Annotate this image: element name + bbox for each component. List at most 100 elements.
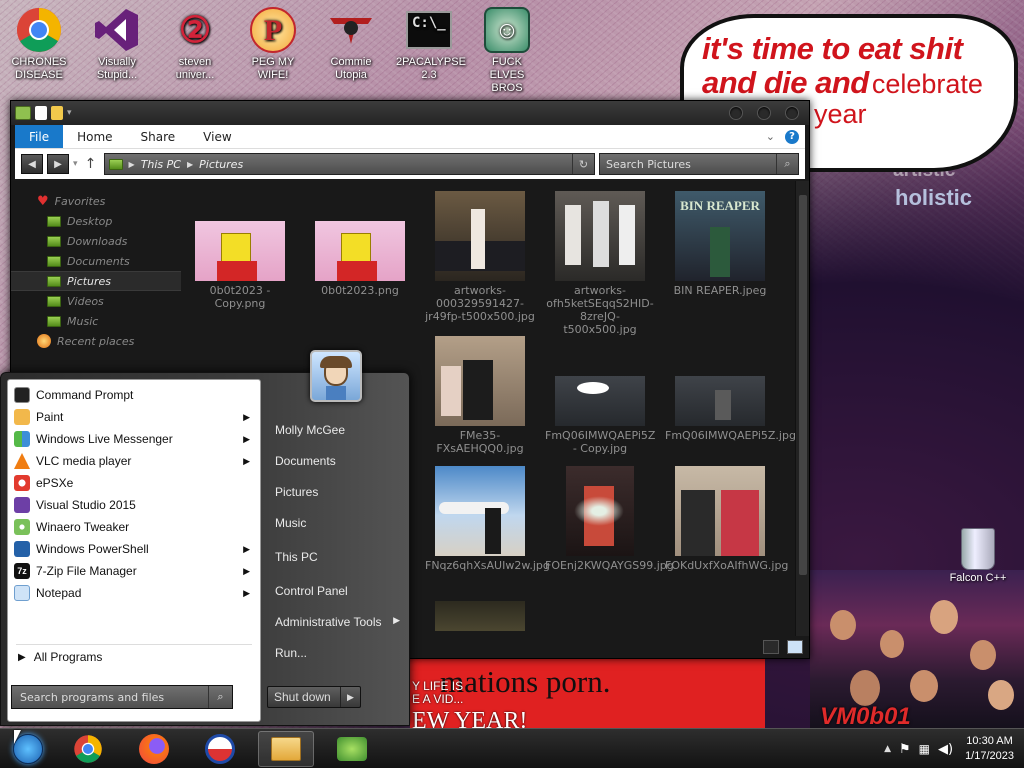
start-link-music[interactable]: Music [275, 516, 306, 530]
tab-file[interactable]: File [15, 125, 64, 148]
folder-icon [47, 255, 61, 267]
program-winaero-tweaker[interactable]: Winaero Tweaker [8, 516, 260, 538]
shutdown-button[interactable]: Shut down ▶ [267, 686, 361, 708]
submenu-arrow-icon: ▶ [243, 587, 250, 598]
up-button[interactable]: ↑ [82, 154, 100, 174]
help-icon[interactable]: ? [785, 129, 799, 144]
start-link-documents[interactable]: Documents [275, 454, 336, 468]
nav-downloads[interactable]: Downloads [11, 231, 181, 251]
vertical-scrollbar[interactable] [795, 181, 809, 636]
file-item[interactable]: BIN REAPER BIN REAPER.jpeg [665, 191, 775, 297]
file-item[interactable]: FmQ06IMWQAEPi5Z.jpg [665, 376, 796, 442]
start-link-control-panel[interactable]: Control Panel [275, 584, 348, 598]
file-item[interactable]: 0b0t2023 - Copy.png [185, 221, 295, 310]
desktop-icon-elves[interactable]: ☺ FUCK ELVES BROS [474, 6, 540, 95]
taskbar-file-explorer[interactable] [258, 731, 314, 767]
details-view-icon[interactable] [763, 640, 779, 654]
nav-label: Pictures [67, 274, 112, 288]
breadcrumb-this-pc[interactable]: This PC [141, 158, 181, 171]
desktop-icon-recycle-bin[interactable]: Falcon C++ [946, 528, 1010, 584]
search-icon[interactable]: ⌕ [208, 686, 232, 708]
start-link-pictures[interactable]: Pictures [275, 485, 318, 499]
folder-icon [47, 275, 61, 287]
desktop-icon-commie-utopia[interactable]: Commie Utopia [318, 6, 384, 82]
tab-view[interactable]: View [189, 125, 245, 148]
breadcrumb-pictures[interactable]: Pictures [199, 158, 243, 171]
desktop-icon-visual-studio[interactable]: Visually Stupid... [84, 6, 150, 82]
tab-home[interactable]: Home [63, 125, 126, 148]
back-button[interactable]: ◀ [21, 154, 43, 174]
start-search-placeholder: Search programs and files [20, 690, 165, 704]
taskbar-obama-app[interactable] [192, 731, 248, 767]
close-button[interactable] [785, 106, 799, 120]
clock-date: 1/17/2023 [965, 750, 1014, 762]
program-command-prompt[interactable]: Command Prompt [8, 384, 260, 406]
file-item[interactable]: FNqz6qhXsAUIw2w.jpg [425, 466, 550, 572]
start-search-input[interactable]: Search programs and files ⌕ [11, 685, 233, 709]
forward-button[interactable]: ▶ [47, 154, 69, 174]
nav-pictures[interactable]: Pictures [11, 271, 181, 291]
commie-icon [327, 6, 375, 54]
flag-icon[interactable]: ⚑ [899, 742, 911, 757]
new-folder-icon[interactable] [51, 106, 63, 120]
program-powershell[interactable]: Windows PowerShell ▶ [8, 538, 260, 560]
banner-big-text: mations porn. [440, 664, 611, 699]
taskbar-network-app[interactable] [324, 731, 380, 767]
minimize-button[interactable] [729, 106, 743, 120]
nav-music[interactable]: Music [11, 311, 181, 331]
search-icon[interactable]: ⌕ [776, 154, 798, 174]
taskbar-chrome[interactable] [60, 731, 116, 767]
address-bar[interactable]: ▶ This PC ▶ Pictures ↻ [103, 153, 595, 175]
start-link-user[interactable]: Molly McGee [275, 423, 345, 437]
firefox-icon [139, 734, 169, 764]
properties-icon[interactable] [35, 106, 47, 120]
nav-documents[interactable]: Documents [11, 251, 181, 271]
desktop-icon-chrome[interactable]: CHRONES DISEASE [6, 6, 72, 82]
file-item[interactable] [425, 601, 535, 634]
chevron-up-icon[interactable]: ▲ [884, 744, 891, 754]
program-epsxe[interactable]: ePSXe [8, 472, 260, 494]
taskbar-firefox[interactable] [126, 731, 182, 767]
file-item[interactable]: FmQ06IMWQAEPi5Z - Copy.jpg [545, 376, 655, 455]
program-visual-studio[interactable]: Visual Studio 2015 [8, 494, 260, 516]
desktop-icon-peg[interactable]: P PEG MY WIFE! [240, 6, 306, 82]
volume-icon[interactable]: ◀) [938, 742, 953, 757]
large-icons-view-icon[interactable] [787, 640, 803, 654]
start-link-this-pc[interactable]: This PC [275, 550, 318, 564]
nav-videos[interactable]: Videos [11, 291, 181, 311]
nav-favorites[interactable]: ♥ Favorites [11, 191, 181, 211]
scrollbar-thumb[interactable] [799, 195, 807, 575]
nav-desktop[interactable]: Desktop [11, 211, 181, 231]
tab-share[interactable]: Share [127, 125, 190, 148]
quick-access-dropdown-icon[interactable]: ▾ [67, 108, 72, 118]
program-vlc[interactable]: VLC media player ▶ [8, 450, 260, 472]
desktop-icon-2pacalypse[interactable]: C:\_ 2PACALYPSE 2.3 [396, 6, 466, 82]
desktop-icon-label: Falcon C++ [949, 572, 1007, 584]
program-paint[interactable]: Paint ▶ [8, 406, 260, 428]
all-programs-button[interactable]: ▶ All Programs [18, 650, 102, 664]
file-item[interactable]: FOKdUxfXoAIfhWG.jpg [665, 466, 788, 572]
clock[interactable]: 10:30 AM 1/17/2023 [965, 734, 1014, 764]
maximize-button[interactable] [757, 106, 771, 120]
refresh-icon[interactable]: ↻ [572, 154, 594, 174]
recent-locations-icon[interactable]: ▾ [73, 159, 78, 169]
shutdown-options-button[interactable]: ▶ [340, 687, 360, 707]
file-item[interactable]: artworks-ofh5ketSEqqS2HID-8zreJQ-t500x50… [545, 191, 655, 336]
file-item[interactable]: artworks-000329591427-jr49fp-t500x500.jp… [425, 191, 535, 323]
program-windows-live-messenger[interactable]: Windows Live Messenger ▶ [8, 428, 260, 450]
search-input[interactable]: Search Pictures ⌕ [599, 153, 799, 175]
program-notepad[interactable]: Notepad ▶ [8, 582, 260, 604]
chevron-down-icon[interactable]: ⌄ [766, 130, 775, 143]
explorer-titlebar[interactable]: ▾ [11, 101, 809, 125]
avatar[interactable] [310, 350, 362, 402]
network-icon[interactable]: ▦ [919, 742, 930, 756]
nav-recent-places[interactable]: Recent places [11, 331, 181, 351]
start-button[interactable] [0, 731, 56, 767]
start-link-run[interactable]: Run... [275, 646, 307, 660]
file-item[interactable]: 0b0t2023.png [305, 221, 415, 297]
program-7zip[interactable]: 7z 7-Zip File Manager ▶ [8, 560, 260, 582]
file-item[interactable]: FMe35-FXsAEHQQ0.jpg [425, 336, 535, 455]
start-link-administrative-tools[interactable]: Administrative Tools ▶ [275, 615, 400, 629]
desktop-icon-steven-universe[interactable]: ② steven univer... [162, 6, 228, 82]
file-item[interactable]: FOEnj2KWQAYGS99.jpg [545, 466, 674, 572]
